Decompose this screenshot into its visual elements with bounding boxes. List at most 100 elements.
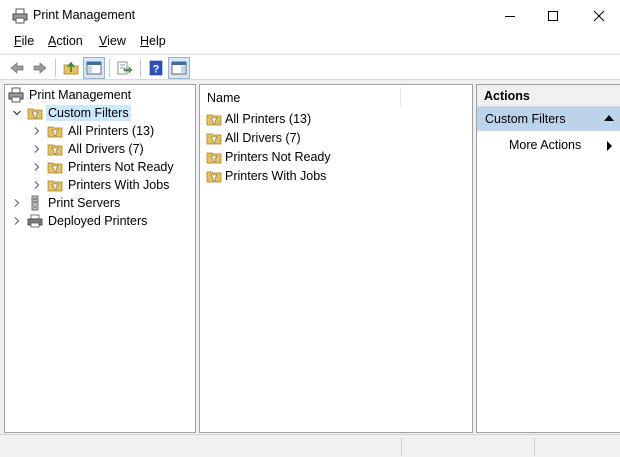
expand-toggle[interactable] xyxy=(32,126,42,136)
chevron-right-icon xyxy=(14,217,20,225)
actions-pane: Actions Custom Filters More Actions xyxy=(476,84,620,433)
tree-item-print-management[interactable]: Print Management xyxy=(8,86,133,104)
tree-item-label: Printers Not Ready xyxy=(68,160,174,174)
up-folder-icon xyxy=(63,61,79,75)
actions-header: Actions xyxy=(477,85,620,107)
expand-toggle[interactable] xyxy=(12,198,22,208)
chevron-right-icon xyxy=(34,127,40,135)
maximize-icon xyxy=(548,10,558,21)
tree-item-deployed-printers[interactable]: Deployed Printers xyxy=(27,212,149,230)
chevron-down-icon xyxy=(13,110,21,116)
minimize-button[interactable] xyxy=(487,0,533,31)
minimize-icon xyxy=(505,15,515,17)
status-divider xyxy=(534,437,535,456)
printer-icon xyxy=(27,214,43,228)
filter-folder-icon xyxy=(206,152,222,164)
forward-button[interactable] xyxy=(29,57,51,79)
up-one-level-button[interactable] xyxy=(60,57,82,79)
filter-folder-icon xyxy=(206,133,222,145)
filter-folder-icon xyxy=(47,180,63,192)
results-list: Name All Printers (13) All Drivers (7) P… xyxy=(199,84,473,433)
maximize-button[interactable] xyxy=(530,0,576,31)
list-item-label: All Printers (13) xyxy=(225,112,312,126)
more-actions-label: More Actions xyxy=(509,138,582,152)
list-item[interactable]: All Drivers (7) xyxy=(206,129,301,147)
chevron-right-icon xyxy=(34,163,40,171)
help-button[interactable]: ? xyxy=(145,57,167,79)
chevron-right-icon xyxy=(14,199,20,207)
submenu-arrow-icon xyxy=(607,141,612,151)
list-item-label: Printers With Jobs xyxy=(225,169,327,183)
menu-file[interactable]: File xyxy=(14,34,34,48)
tree-item-label: Print Servers xyxy=(48,196,121,210)
tree-item-printers-with-jobs[interactable]: Printers With Jobs xyxy=(47,176,171,194)
tree-item-label: Custom Filters xyxy=(46,105,131,121)
actions-group-label: Custom Filters xyxy=(485,112,566,126)
window-title: Print Management xyxy=(33,8,136,22)
menu-bar: File Action View Help xyxy=(0,31,620,53)
expand-toggle[interactable] xyxy=(32,144,42,154)
tree-item-custom-filters[interactable]: Custom Filters xyxy=(27,104,131,122)
server-icon xyxy=(31,195,39,211)
filter-folder-icon xyxy=(206,114,222,126)
expand-toggle[interactable] xyxy=(12,216,22,226)
close-button[interactable] xyxy=(576,0,620,31)
filter-folder-icon xyxy=(47,126,63,138)
actions-group-custom-filters[interactable]: Custom Filters xyxy=(477,107,620,131)
tree-item-printers-not-ready[interactable]: Printers Not Ready xyxy=(47,158,176,176)
export-list-button[interactable] xyxy=(114,57,136,79)
collapse-caret-icon[interactable] xyxy=(604,115,614,121)
title-bar: Print Management xyxy=(0,0,620,31)
filter-folder-icon xyxy=(47,162,63,174)
column-divider[interactable] xyxy=(400,87,401,107)
tree-item-label: All Printers (13) xyxy=(68,124,155,138)
svg-text:?: ? xyxy=(153,64,160,76)
column-header-label: Name xyxy=(207,91,241,105)
menu-help[interactable]: Help xyxy=(140,34,166,48)
help-icon: ? xyxy=(149,60,163,76)
chevron-right-icon xyxy=(34,181,40,189)
expand-toggle[interactable] xyxy=(12,108,22,118)
toolbar-separator xyxy=(55,59,56,77)
more-actions-item[interactable]: More Actions xyxy=(477,135,620,155)
printer-app-icon xyxy=(12,8,28,24)
filter-folder-icon xyxy=(206,171,222,183)
toolbar-separator xyxy=(140,59,141,77)
expand-toggle[interactable] xyxy=(32,180,42,190)
toolbar-separator xyxy=(109,59,110,77)
list-item-label: Printers Not Ready xyxy=(225,150,331,164)
list-item[interactable]: Printers Not Ready xyxy=(206,148,331,166)
console-tree: Print Management Custom Filters All Prin… xyxy=(4,84,196,433)
show-hide-action-pane-icon xyxy=(171,61,187,75)
close-icon xyxy=(593,10,605,21)
status-bar xyxy=(0,434,620,457)
show-hide-console-tree-button[interactable] xyxy=(83,57,105,79)
filter-folder-icon xyxy=(27,108,43,120)
column-header-name[interactable]: Name xyxy=(200,85,472,109)
show-hide-action-pane-button[interactable] xyxy=(168,57,190,79)
status-divider xyxy=(401,437,402,456)
tree-item-label: Printers With Jobs xyxy=(68,178,170,192)
actions-header-label: Actions xyxy=(484,89,530,103)
export-list-icon xyxy=(117,61,133,75)
tree-item-label: Deployed Printers xyxy=(48,214,148,228)
menu-action[interactable]: Action xyxy=(48,34,83,48)
back-button[interactable] xyxy=(6,57,28,79)
tree-item-label: Print Management xyxy=(29,88,132,102)
chevron-right-icon xyxy=(34,145,40,153)
list-item[interactable]: Printers With Jobs xyxy=(206,167,326,185)
tree-item-label: All Drivers (7) xyxy=(68,142,144,156)
menu-view[interactable]: View xyxy=(99,34,126,48)
list-item[interactable]: All Printers (13) xyxy=(206,110,311,128)
forward-arrow-icon xyxy=(33,62,47,74)
list-item-label: All Drivers (7) xyxy=(225,131,301,145)
tree-item-all-drivers[interactable]: All Drivers (7) xyxy=(47,140,146,158)
printer-management-icon xyxy=(8,87,24,103)
tree-item-all-printers[interactable]: All Printers (13) xyxy=(47,122,156,140)
filter-folder-icon xyxy=(47,144,63,156)
expand-toggle[interactable] xyxy=(32,162,42,172)
show-hide-tree-icon xyxy=(86,61,102,75)
tree-item-print-servers[interactable]: Print Servers xyxy=(27,194,122,212)
back-arrow-icon xyxy=(10,62,24,74)
toolbar: ? xyxy=(0,54,620,80)
